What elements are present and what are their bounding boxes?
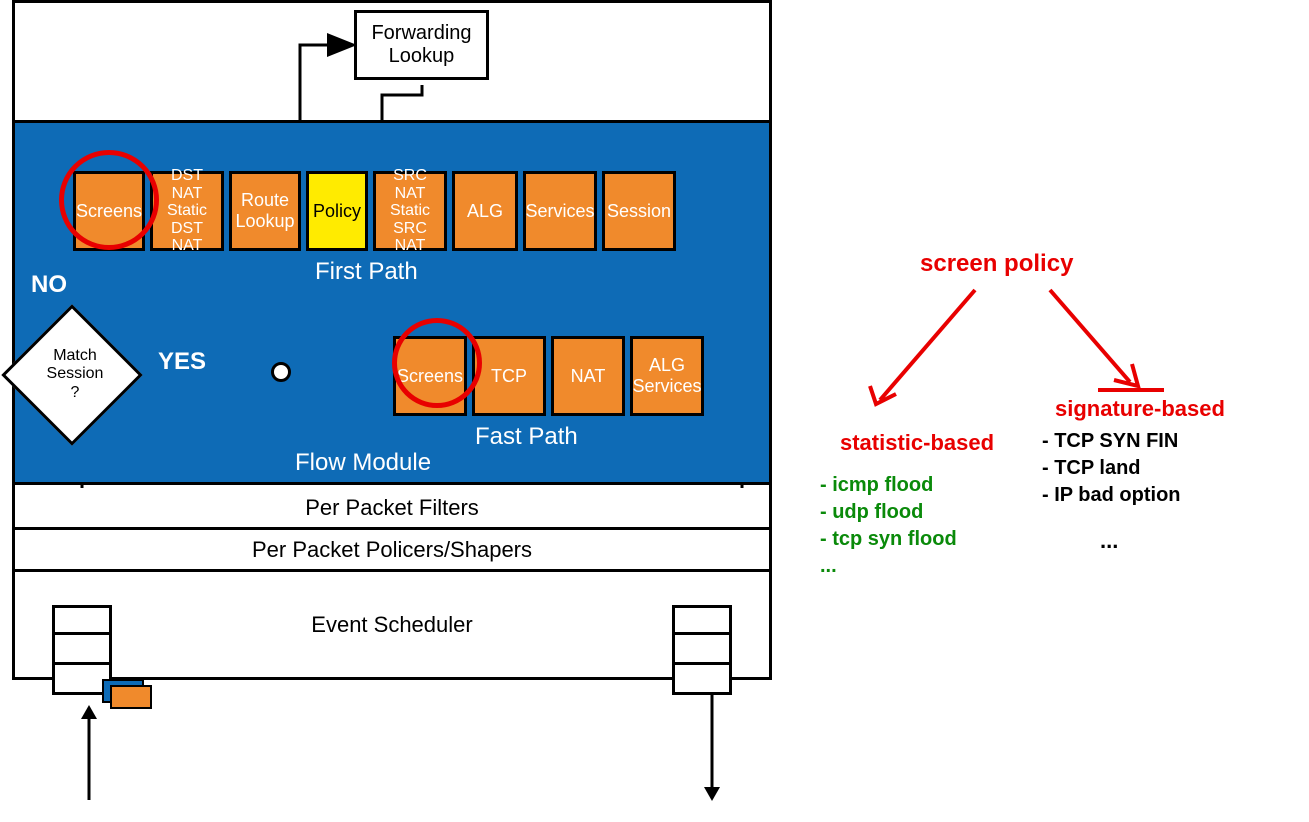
stack-segment <box>52 635 112 665</box>
stack-segment <box>672 635 732 665</box>
box-label: ALGServices <box>632 355 701 397</box>
box-label: Services <box>525 201 594 222</box>
per-packet-policers-row: Per Packet Policers/Shapers <box>15 530 769 572</box>
forwarding-lookup-box: ForwardingLookup <box>354 10 489 80</box>
red-circle-highlight-1 <box>59 150 159 250</box>
fast-path-nat-box: NAT <box>551 336 625 416</box>
forwarding-lookup-label: ForwardingLookup <box>371 22 471 68</box>
box-label: NAT <box>571 366 606 387</box>
first-path-label: First Path <box>315 258 418 286</box>
output-stack <box>672 605 732 695</box>
first-path-srcnat-box: SRC NATStaticSRC NAT <box>373 171 447 251</box>
statistic-based-label: statistic-based <box>840 430 994 456</box>
row-label: Event Scheduler <box>311 612 472 638</box>
list-item: - icmp flood <box>820 472 957 499</box>
list-item: - TCP SYN FIN <box>1042 428 1181 455</box>
list-item: - tcp syn flood <box>820 526 957 553</box>
box-label: DST NATStaticDST NAT <box>157 167 217 255</box>
signature-ellipsis: ... <box>1100 528 1118 554</box>
box-label: Session <box>607 201 671 222</box>
first-path-alg-box: ALG <box>452 171 518 251</box>
signature-based-label: signature-based <box>1055 396 1225 422</box>
list-item: - udp flood <box>820 499 957 526</box>
small-orange-chip <box>110 685 152 709</box>
stack-segment <box>672 665 732 695</box>
red-circle-highlight-2 <box>392 318 482 408</box>
flow-diagram: ForwardingLookup NO YES Screens DST N <box>12 0 772 680</box>
event-scheduler-row: Event Scheduler <box>15 572 769 680</box>
stack-segment <box>672 605 732 635</box>
flow-module-label: Flow Module <box>295 449 431 477</box>
input-stack <box>52 605 112 695</box>
fast-path-label: Fast Path <box>475 423 578 451</box>
list-item: ... <box>820 553 957 580</box>
box-label: TCP <box>491 366 527 387</box>
input-arrow-icon <box>77 705 107 805</box>
stack-segment <box>52 605 112 635</box>
first-path-policy-box: Policy <box>306 171 368 251</box>
match-session-label: MatchSession? <box>40 347 110 402</box>
list-item: - TCP land <box>1042 455 1181 482</box>
yes-label: YES <box>158 348 206 376</box>
list-item: - IP bad option <box>1042 482 1181 509</box>
join-circle <box>271 362 291 382</box>
first-path-dstnat-box: DST NATStaticDST NAT <box>150 171 224 251</box>
row-label: Per Packet Policers/Shapers <box>252 537 532 563</box>
box-label: RouteLookup <box>235 190 294 232</box>
row-label: Per Packet Filters <box>305 495 479 521</box>
signature-based-list: - TCP SYN FIN - TCP land - IP bad option <box>1042 428 1181 509</box>
per-packet-filters-row: Per Packet Filters <box>15 488 769 530</box>
box-label: Policy <box>313 201 361 222</box>
first-path-session-box: Session <box>602 171 676 251</box>
box-label: ALG <box>467 201 503 222</box>
first-path-services-box: Services <box>523 171 597 251</box>
first-path-row: Screens DST NATStaticDST NAT RouteLookup… <box>73 171 676 251</box>
statistic-based-list: - icmp flood - udp flood - tcp syn flood… <box>820 472 957 580</box>
output-arrow-icon <box>700 695 730 805</box>
fast-path-alg-services-box: ALGServices <box>630 336 704 416</box>
box-label: SRC NATStaticSRC NAT <box>380 167 440 255</box>
fast-path-tcp-box: TCP <box>472 336 546 416</box>
first-path-route-box: RouteLookup <box>229 171 301 251</box>
no-label: NO <box>31 271 67 299</box>
